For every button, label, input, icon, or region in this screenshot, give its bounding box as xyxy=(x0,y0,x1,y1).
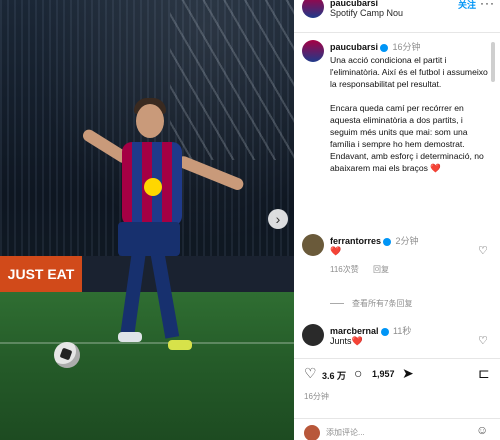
player-right-boot xyxy=(168,340,192,350)
like-icon[interactable]: ♡ xyxy=(304,365,317,382)
comment-time: 2分钟 xyxy=(395,236,419,246)
action-bar: ♡ 3.6 万 ○ 1,957 ➤ ⊏ 16分钟 xyxy=(294,358,500,419)
next-image-button[interactable]: › xyxy=(268,209,288,229)
author-avatar[interactable] xyxy=(302,0,324,18)
commenter-username[interactable]: marcbernal xyxy=(330,326,379,336)
comments-panel: paucubarsi Spotify Camp Nou 关注 ··· paucu… xyxy=(294,0,500,440)
player-shorts xyxy=(118,222,180,256)
commenter-avatar[interactable] xyxy=(302,324,324,346)
commenter-avatar[interactable] xyxy=(302,234,324,256)
save-icon[interactable]: ⊏ xyxy=(478,365,490,382)
add-comment-input[interactable]: 添加评论... xyxy=(326,427,365,438)
verified-badge-icon xyxy=(380,327,389,336)
caption-text: Una acció condiciona el partit i l'elimi… xyxy=(330,54,490,186)
scrollbar[interactable] xyxy=(491,42,495,82)
comment-header: ferrantorres 2分钟 xyxy=(330,234,419,247)
caption-header: paucubarsi 16分钟 xyxy=(330,40,421,53)
view-replies-link[interactable]: 查看所有7条回复 xyxy=(330,298,412,309)
like-comment-icon[interactable]: ♡ xyxy=(478,334,488,347)
caption-username[interactable]: paucubarsi xyxy=(330,42,378,52)
author-username[interactable]: paucubarsi xyxy=(330,0,378,8)
comment-meta: 116次赞 回复 xyxy=(330,264,401,275)
post-viewer: JUST EAT › paucubarsi Spotify Camp Nou 关… xyxy=(0,0,500,440)
reply-button[interactable]: 回复 xyxy=(373,265,389,274)
post-timestamp: 16分钟 xyxy=(304,392,329,401)
comment-icon[interactable]: ○ xyxy=(354,365,362,381)
soccer-ball xyxy=(54,342,80,368)
caption-time: 16分钟 xyxy=(392,42,421,52)
caption-paragraph-2: Encara queda camí per recórrer en aquest… xyxy=(330,103,484,173)
viewer-avatar xyxy=(304,425,320,440)
caption-avatar[interactable] xyxy=(302,40,324,62)
comments-count[interactable]: 1,957 xyxy=(372,369,395,379)
verified-badge-icon xyxy=(383,237,392,246)
player-left-boot xyxy=(118,332,142,342)
emoji-icon[interactable]: ☺ xyxy=(476,423,488,437)
football-player xyxy=(60,96,250,386)
jersey-sponsor-logo xyxy=(144,178,162,196)
verified-badge-icon xyxy=(380,43,389,52)
post-location[interactable]: Spotify Camp Nou xyxy=(330,8,403,18)
post-photo: JUST EAT › xyxy=(0,0,294,440)
share-icon[interactable]: ➤ xyxy=(402,365,414,382)
player-right-arm xyxy=(175,154,246,192)
like-comment-icon[interactable]: ♡ xyxy=(478,244,488,257)
more-options-icon[interactable]: ··· xyxy=(480,0,495,10)
add-comment-bar: 添加评论... ☺ xyxy=(294,418,500,440)
follow-button[interactable]: 关注 xyxy=(458,0,476,11)
comment-time: 11秒 xyxy=(393,326,412,336)
comment-text: Junts❤️ xyxy=(330,336,363,346)
post-header: paucubarsi Spotify Camp Nou 关注 ··· xyxy=(294,0,500,33)
caption-paragraph-1: Una acció condiciona el partit i l'elimi… xyxy=(330,55,488,89)
comment-likes[interactable]: 116次赞 xyxy=(330,265,359,274)
likes-count[interactable]: 3.6 万 xyxy=(322,369,346,382)
player-right-leg xyxy=(150,253,180,339)
player-head xyxy=(136,104,164,138)
commenter-username[interactable]: ferrantorres xyxy=(330,236,381,246)
player-left-leg xyxy=(120,253,146,335)
comment-text: ❤️ xyxy=(330,246,342,256)
